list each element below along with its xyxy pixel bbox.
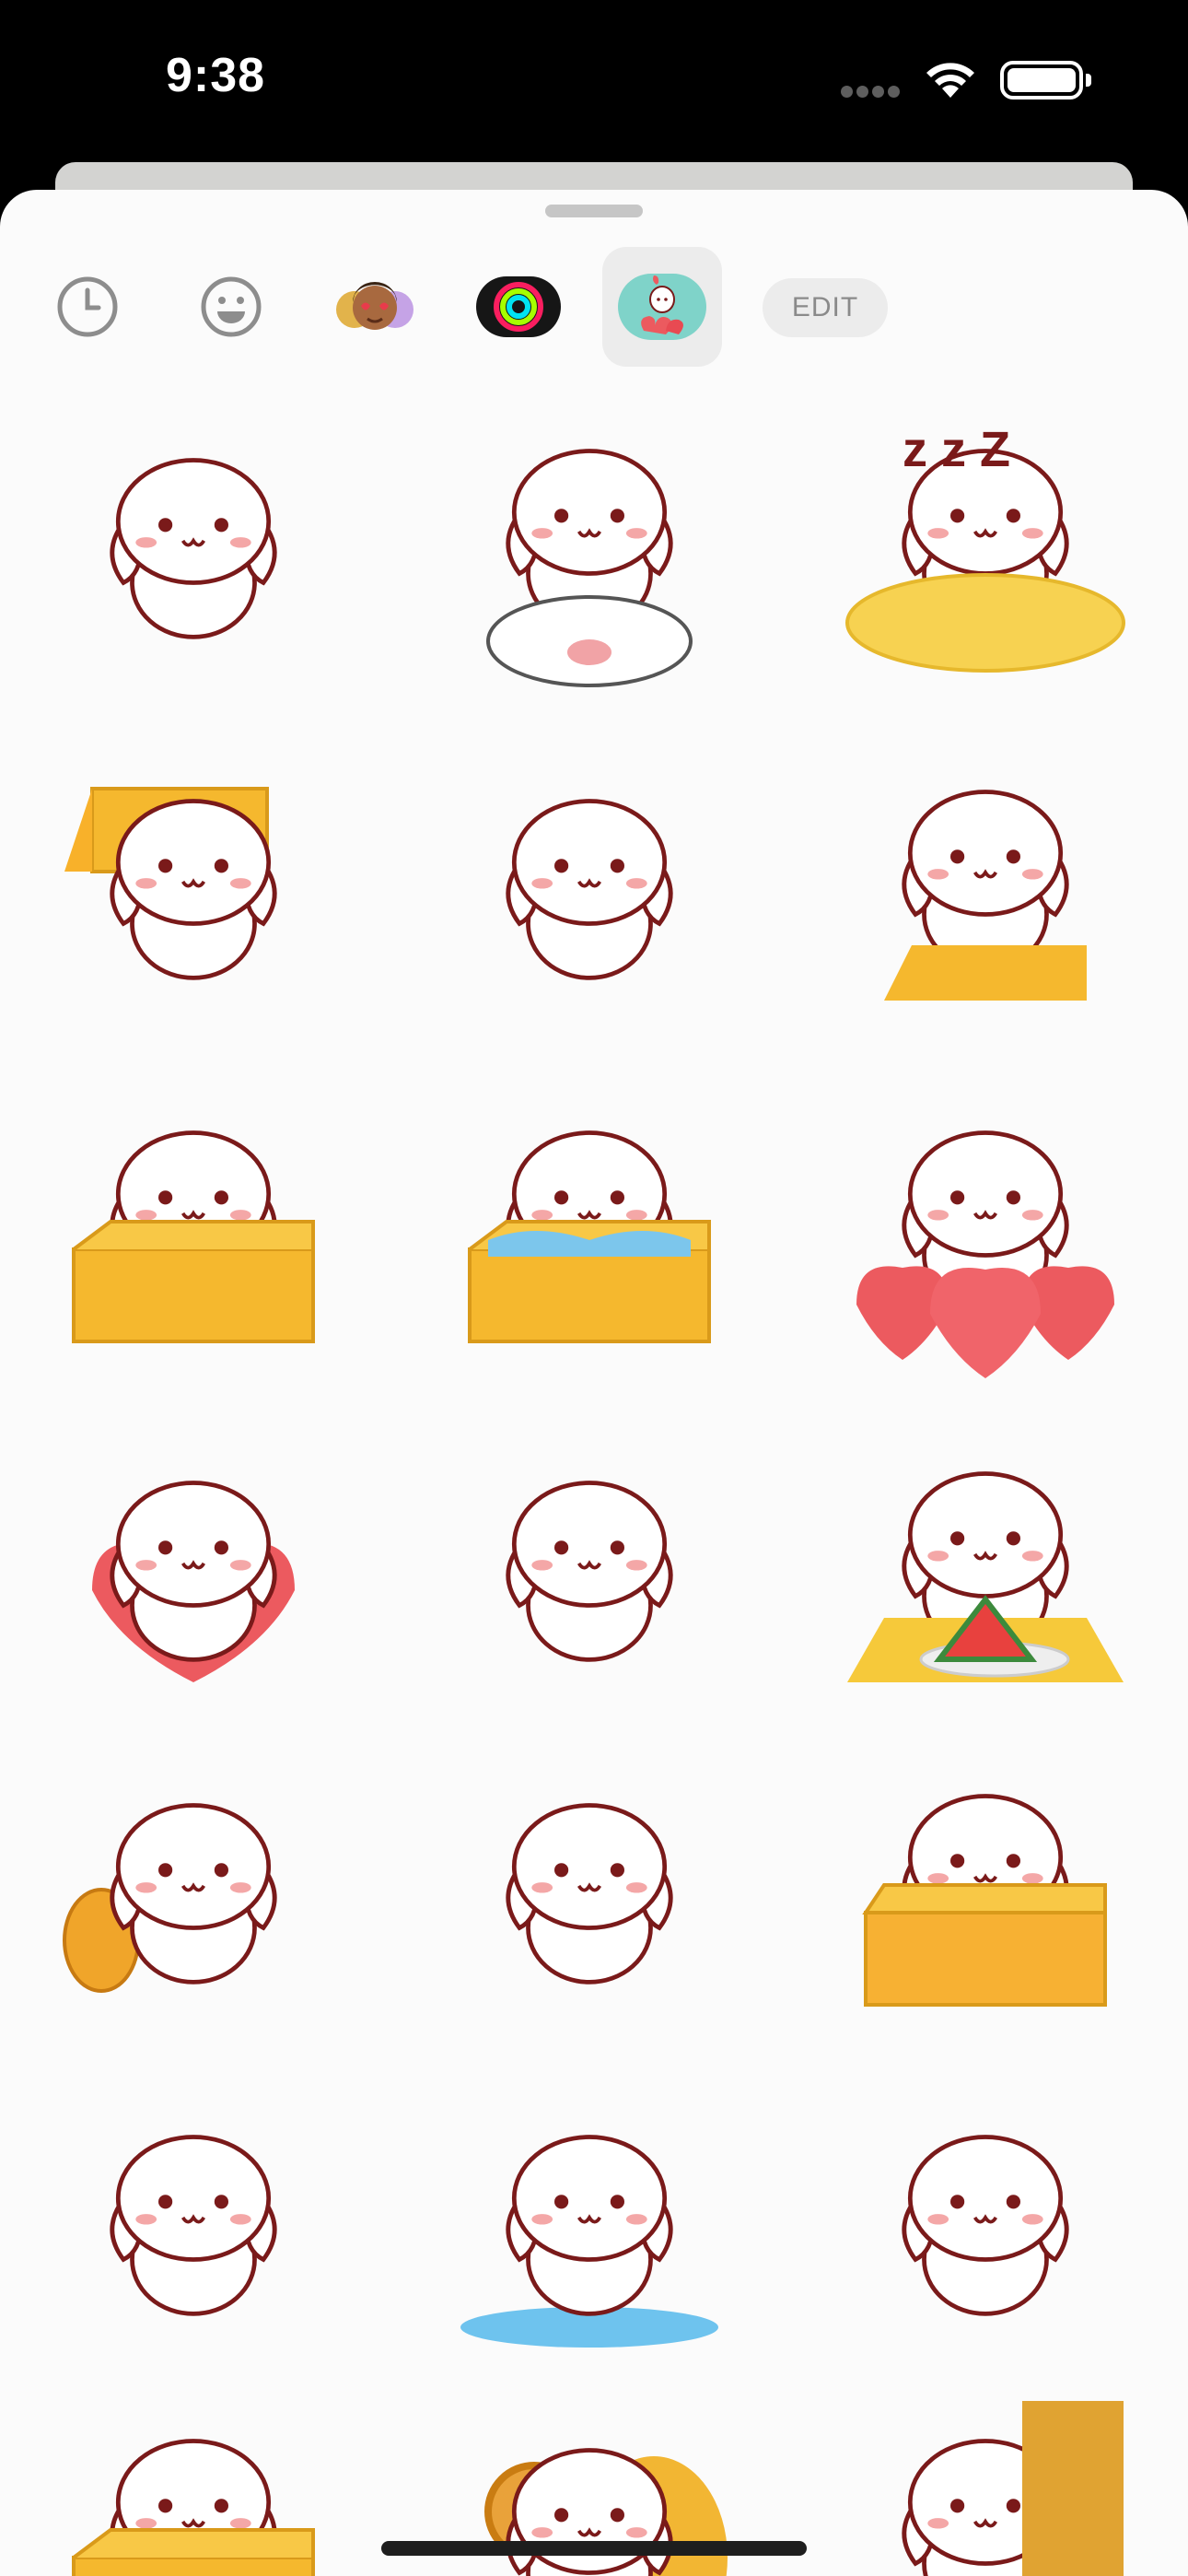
sticker-door-peek[interactable] xyxy=(847,2401,1124,2576)
sticker-picnic-basket[interactable] xyxy=(847,1756,1124,2032)
sticker-art xyxy=(902,2135,1069,2316)
activity-rings-icon xyxy=(476,276,561,337)
tab-memoji[interactable] xyxy=(315,247,435,367)
sticker-box-on-head[interactable] xyxy=(55,752,332,1028)
sticker-art xyxy=(460,2135,718,2348)
status-time: 9:38 xyxy=(166,49,266,102)
tab-puppy-pack[interactable] xyxy=(602,247,722,367)
tab-recents[interactable] xyxy=(28,247,147,367)
sticker-art xyxy=(468,1130,711,1343)
sticker-art xyxy=(506,1481,673,1662)
sticker-crying-box[interactable] xyxy=(451,1093,728,1369)
sticker-lying-tear[interactable] xyxy=(451,1756,728,2032)
sticker-art xyxy=(862,1794,1107,2007)
clock-icon xyxy=(57,276,118,337)
home-indicator[interactable] xyxy=(381,2541,807,2556)
svg-text:z z Z: z z Z xyxy=(903,422,1010,477)
sticker-thinking[interactable] xyxy=(847,2088,1124,2364)
edit-button[interactable]: EDIT xyxy=(763,278,888,337)
sticker-in-box[interactable] xyxy=(55,1093,332,1369)
sticker-watermelon[interactable] xyxy=(847,1434,1124,1710)
sticker-art xyxy=(72,2439,315,2576)
battery-icon xyxy=(1000,61,1091,100)
sticker-zzz-pillow[interactable]: z z Z xyxy=(845,411,1125,687)
sticker-art xyxy=(506,799,673,980)
puppy-pack-icon xyxy=(618,274,706,340)
sticker-tab-bar: EDIT xyxy=(0,247,1188,376)
wifi-icon xyxy=(926,63,974,98)
sticker-waving[interactable] xyxy=(55,2088,332,2364)
smiley-icon xyxy=(201,276,262,337)
sticker-drawer: EDIT z z Z xyxy=(0,190,1188,2576)
sheet-grabber[interactable] xyxy=(545,205,643,217)
cellular-signal-icon xyxy=(841,86,905,99)
sticker-art xyxy=(856,1130,1114,1378)
sticker-art xyxy=(847,1471,1124,1682)
sticker-art xyxy=(110,458,277,639)
sticker-holding-heart[interactable] xyxy=(55,1434,332,1710)
sticker-on-pig[interactable] xyxy=(451,411,728,687)
sticker-art xyxy=(486,449,693,687)
sticker-art xyxy=(63,1803,277,1993)
sticker-art xyxy=(506,1803,673,1985)
sticker-art xyxy=(72,1130,315,1343)
sticker-hearts-pile[interactable] xyxy=(847,1093,1124,1378)
sticker-art: z z Z xyxy=(845,422,1125,673)
sticker-squint-lying[interactable] xyxy=(451,752,728,1028)
sticker-box-peek[interactable] xyxy=(55,2401,332,2576)
sticker-art xyxy=(64,787,277,980)
sticker-art xyxy=(92,1481,295,1682)
memoji-icon xyxy=(336,282,413,330)
sticker-sleepy-lean[interactable] xyxy=(55,411,332,687)
tab-activity[interactable] xyxy=(459,247,578,367)
sticker-peek-table[interactable] xyxy=(847,752,1124,1028)
sticker-art xyxy=(110,2135,277,2316)
sticker-art xyxy=(884,790,1087,1001)
sticker-crying-puddle[interactable] xyxy=(451,2088,728,2364)
sticker-backpack[interactable] xyxy=(55,1756,332,2032)
tab-emoji[interactable] xyxy=(171,247,291,367)
status-bar: 9:38 xyxy=(0,0,1188,162)
sticker-art xyxy=(902,2401,1124,2576)
sticker-sitting[interactable] xyxy=(451,1434,728,1710)
